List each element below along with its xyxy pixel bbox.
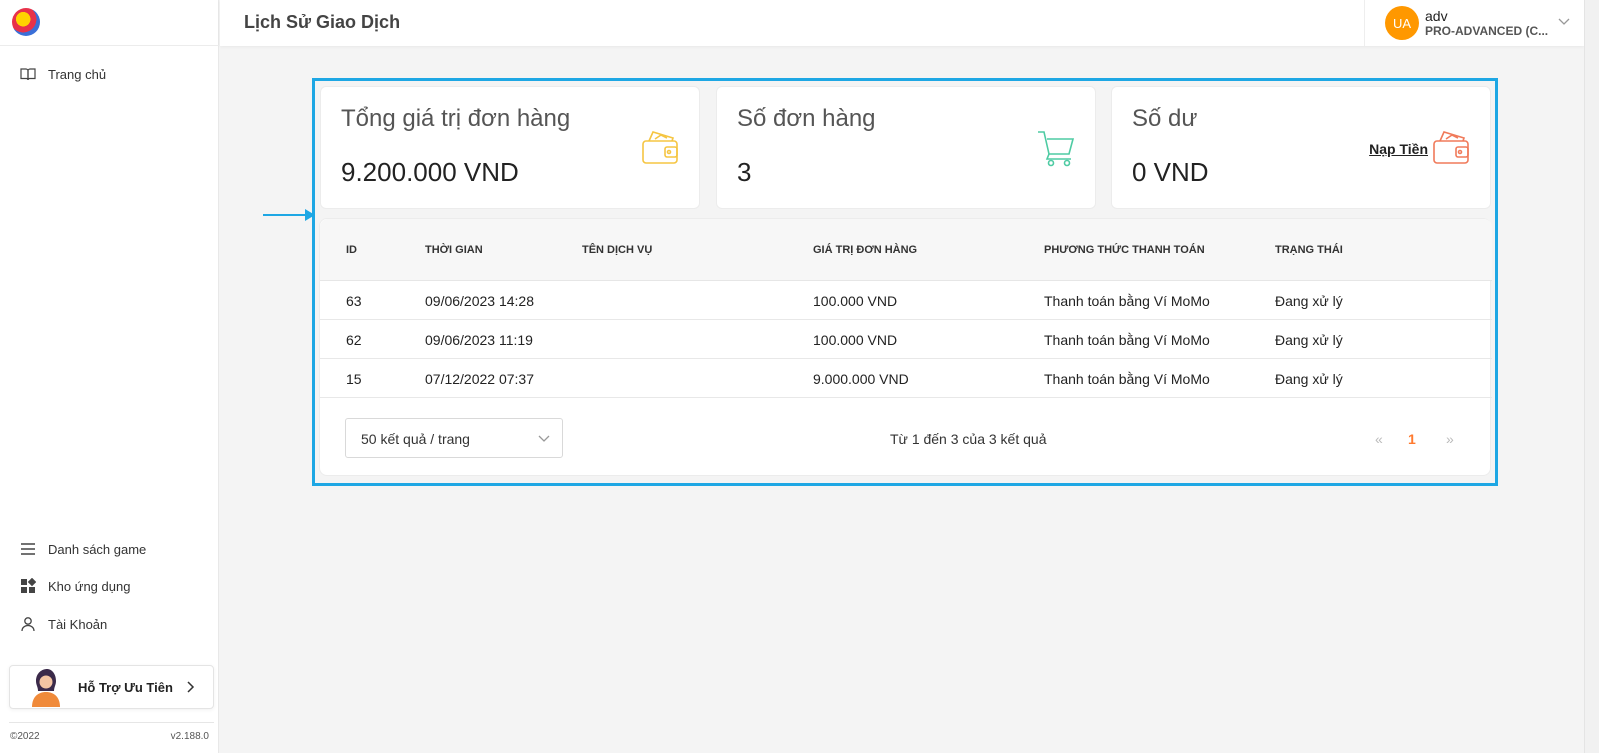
page-1-button[interactable]: 1: [1408, 431, 1416, 447]
sidebar-item-label: Trang chủ: [48, 66, 107, 82]
table-row[interactable]: 15 07/12/2022 07:37 9.000.000 VND Thanh …: [320, 359, 1492, 398]
page-size-value: 50 kết quả / trang: [361, 431, 470, 447]
column-header-time: THỜI GIAN: [425, 244, 483, 256]
chevron-down-icon: [1558, 18, 1570, 25]
cell-status: Đang xử lý: [1275, 293, 1343, 309]
prev-page-button[interactable]: «: [1375, 431, 1383, 447]
stat-card-order-count: Số đơn hàng 3: [716, 86, 1096, 209]
chevron-right-icon: [187, 681, 195, 693]
cell-id: 15: [346, 371, 362, 387]
cell-status: Đang xử lý: [1275, 371, 1343, 387]
transactions-table: ID THỜI GIAN TÊN DỊCH VỤ GIÁ TRỊ ĐƠN HÀN…: [319, 218, 1492, 476]
scrollbar[interactable]: [1584, 0, 1599, 753]
divider: [9, 722, 214, 723]
column-header-service-name: TÊN DỊCH VỤ: [582, 244, 653, 256]
sidebar-item-label: Kho ứng dụng: [48, 578, 131, 594]
app-logo[interactable]: [12, 8, 40, 36]
apps-icon: [21, 578, 36, 593]
top-header: Lịch Sử Giao Dịch UA adv PRO-ADVANCED (C…: [220, 0, 1584, 46]
table-row[interactable]: 62 09/06/2023 11:19 100.000 VND Thanh to…: [320, 320, 1492, 359]
cell-status: Đang xử lý: [1275, 332, 1343, 348]
cell-payment-method: Thanh toán bằng Ví MoMo: [1044, 293, 1210, 309]
stat-value: 0 VND: [1132, 157, 1209, 187]
cell-id: 62: [346, 332, 362, 348]
stat-value: 9.200.000 VND: [341, 157, 519, 187]
cell-time: 09/06/2023 11:19: [425, 332, 533, 348]
stat-card-total-value: Tổng giá trị đơn hàng 9.200.000 VND: [320, 86, 700, 209]
stat-title: Tổng giá trị đơn hàng: [341, 105, 571, 132]
cell-order-value: 100.000 VND: [813, 293, 898, 309]
book-icon: [20, 68, 36, 81]
sidebar-item-label: Danh sách game: [48, 541, 147, 557]
cell-payment-method: Thanh toán bằng Ví MoMo: [1044, 371, 1210, 387]
cart-icon: [1038, 131, 1075, 167]
sidebar-item-account[interactable]: Tài Khoản: [20, 616, 107, 632]
support-label: Hỗ Trợ Ưu Tiên: [78, 679, 173, 695]
column-header-id: ID: [346, 244, 357, 256]
avatar: UA: [1385, 6, 1419, 40]
sidebar-item-game-list[interactable]: Danh sách game: [20, 541, 146, 557]
page-size-select[interactable]: 50 kết quả / trang: [345, 418, 563, 458]
arrow-icon: [263, 209, 315, 221]
copyright: ©2022: [10, 731, 40, 742]
table-header: ID THỜI GIAN TÊN DỊCH VỤ GIÁ TRỊ ĐƠN HÀN…: [320, 219, 1492, 281]
column-header-order-value: GIÁ TRỊ ĐƠN HÀNG: [813, 244, 918, 256]
cell-payment-method: Thanh toán bằng Ví MoMo: [1044, 332, 1210, 348]
stat-title: Số dư: [1132, 105, 1198, 132]
page-title: Lịch Sử Giao Dịch: [244, 12, 401, 32]
user-plan: PRO-ADVANCED (C...: [1425, 24, 1549, 38]
sidebar-item-home[interactable]: Trang chủ: [20, 66, 106, 82]
wallet-icon: [642, 131, 678, 164]
sidebar-item-app-store[interactable]: Kho ứng dụng: [20, 578, 130, 594]
next-page-button[interactable]: »: [1446, 431, 1454, 447]
stat-card-balance: Số dư 0 VND Nạp Tiền: [1111, 86, 1491, 209]
column-header-status: TRẠNG THÁI: [1275, 244, 1343, 256]
wallet-icon: [1433, 131, 1469, 164]
column-header-payment-method: PHƯƠNG THỨC THANH TOÁN: [1044, 244, 1205, 256]
sidebar: Trang chủ Danh sách game Kho ứng dụng Tà…: [0, 0, 219, 753]
table-row[interactable]: 63 09/06/2023 14:28 100.000 VND Thanh to…: [320, 281, 1492, 320]
user-name: adv: [1425, 8, 1448, 24]
priority-support-button[interactable]: Hỗ Trợ Ưu Tiên: [9, 665, 214, 709]
user-menu[interactable]: UA adv PRO-ADVANCED (C...: [1364, 0, 1584, 46]
cell-time: 09/06/2023 14:28: [425, 293, 534, 309]
top-up-link[interactable]: Nạp Tiền: [1369, 141, 1428, 157]
sidebar-item-label: Tài Khoản: [48, 616, 108, 632]
chevron-down-icon: [538, 435, 550, 442]
support-agent-icon: [32, 669, 60, 707]
user-icon: [21, 617, 35, 632]
cell-id: 63: [346, 293, 362, 309]
stat-value: 3: [737, 157, 752, 187]
stat-title: Số đơn hàng: [737, 105, 876, 132]
cell-order-value: 100.000 VND: [813, 332, 898, 348]
pagination-range: Từ 1 đến 3 của 3 kết quả: [890, 431, 1047, 447]
menu-icon: [21, 543, 35, 555]
app-version: v2.188.0: [170, 731, 209, 742]
cell-order-value: 9.000.000 VND: [813, 371, 909, 387]
divider: [0, 45, 219, 46]
cell-time: 07/12/2022 07:37: [425, 371, 534, 387]
